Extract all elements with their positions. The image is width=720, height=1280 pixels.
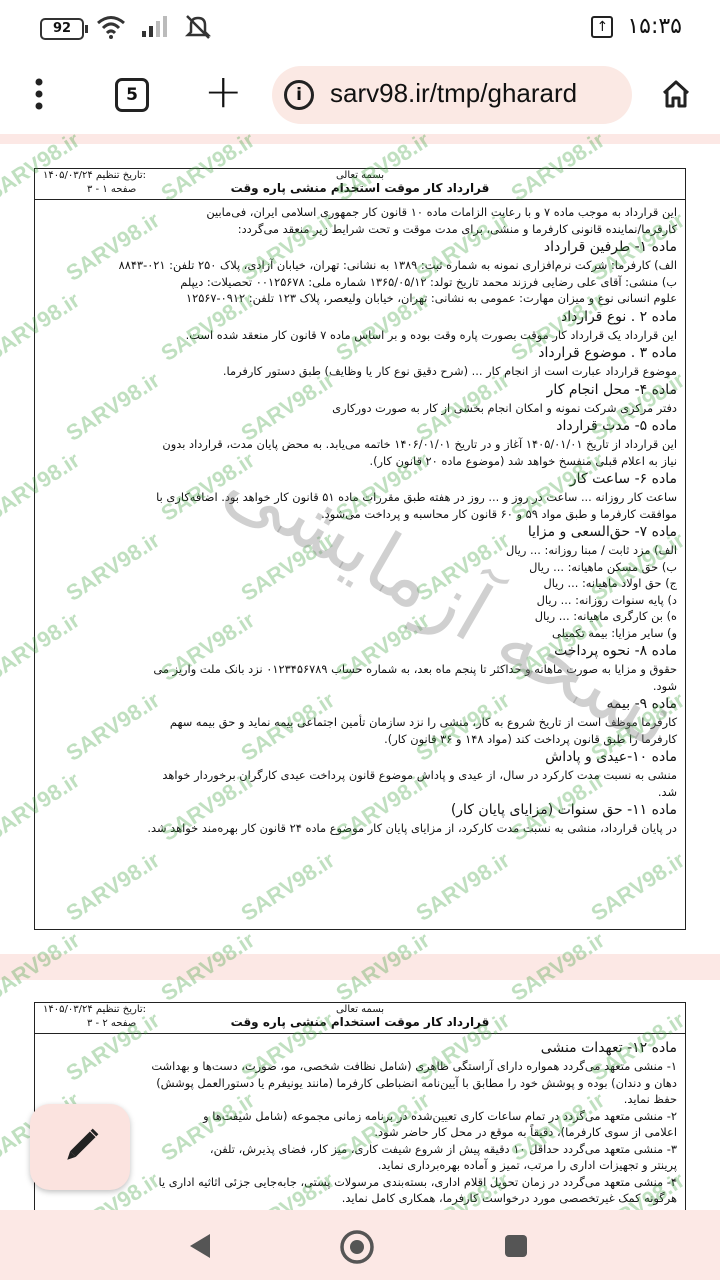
back-icon[interactable] — [186, 1232, 214, 1260]
contract-line: اعلامی از سوی کارفرما)، دقیقاً به موقع د… — [374, 1125, 677, 1139]
contract-line: موافقت کارفرما و طبق مواد ۵۹ و ۶۰ قانون … — [321, 506, 677, 521]
mute-bell-icon — [184, 15, 212, 39]
contract-line: علوم انسانی نوع و میزان مهارت: عمومی به … — [185, 291, 677, 305]
system-nav-bar — [0, 1210, 720, 1280]
more-menu-icon[interactable] — [34, 78, 44, 110]
section-heading: ماده ۱۱- حق سنوات (مزایای پایان کار) — [450, 802, 677, 818]
contract-body: این قرارداد به موجب ماده ۷ و با رعایت ال… — [35, 200, 685, 847]
recents-icon[interactable] — [502, 1232, 530, 1260]
contract-line: این قرارداد یک قرارداد کار موقت بصورت پا… — [185, 327, 677, 342]
section-heading: ماده ۴- محل انجام کار — [546, 381, 677, 398]
contract-title-2: قرارداد کار موقت استخدام منشی پاره وقت — [230, 1015, 490, 1029]
contract-line: ب) حق مسکن ماهیانه: ... ریال — [529, 559, 677, 574]
besmellah: بسمه تعالی — [335, 170, 385, 181]
section-heading: ماده ۹- بیمه — [606, 696, 677, 712]
contract-line: ۲- منشی متعهد می‌گردد در تمام ساعات کاری… — [203, 1108, 677, 1123]
contract-line: ه) بن کارگری ماهیانه: ... ریال — [534, 609, 677, 623]
section-heading: ماده ۱- طرفین قرارداد — [543, 239, 677, 255]
web-content[interactable]: ۱۴۰۵/۰۳/۲۴ تاریخ تنظیم: صفحه ۱ - ۳ بسمه … — [0, 134, 720, 1210]
contract-line: منشی به نسبت مدت کارکرد در سال، از عیدی … — [162, 768, 677, 782]
pencil-icon — [67, 1128, 99, 1160]
contract-line: کارفرما موظف است از تاریخ شروع به کار، م… — [169, 715, 677, 729]
section-heading: ماده ۱۰-عیدی و پاداش — [545, 749, 677, 765]
contract-line: دهان و دندان) بوده و پوشش خود را مطابق ب… — [156, 1075, 677, 1090]
tab-switcher-button[interactable]: 5 — [115, 78, 149, 112]
contract-line: نیاز به اعلام قبلی منفسخ خواهد شد (موضوع… — [369, 453, 677, 468]
document-page-1: ۱۴۰۵/۰۳/۲۴ تاریخ تنظیم: صفحه ۱ - ۳ بسمه … — [0, 144, 720, 954]
address-bar[interactable]: i sarv98.ir/tmp/gharard — [272, 66, 632, 124]
wifi-icon — [97, 16, 125, 39]
section-heading: ماده ۲ . نوع قرارداد — [560, 308, 677, 325]
contract-line: ۱- منشی متعهد می‌گردد همواره دارای آراست… — [151, 1059, 677, 1073]
contract-frame: ۱۴۰۵/۰۳/۲۴ تاریخ تنظیم: صفحه ۱ - ۳ بسمه … — [34, 168, 686, 930]
contract-line: کارفرما/نماینده قانونی کارفرما و منشی، ب… — [237, 221, 677, 236]
contract-line: این قرارداد به موجب ماده ۷ و با رعایت ال… — [206, 205, 677, 219]
upload-icon: ↑ — [591, 15, 614, 38]
section-heading: ماده ۷- حق‌السعی و مزایا — [527, 524, 677, 540]
battery-icon: 92 — [40, 18, 88, 40]
contract-body-2: ماده ۱۲- تعهدات منشی ۱- منشی متعهد می‌گرد… — [35, 1034, 685, 1210]
contract-header-2: ۱۴۰۵/۰۳/۲۴ تاریخ تنظیم: صفحه ۲ - ۳ بسمه … — [35, 1003, 685, 1034]
contract-line: این قرارداد از تاریخ ۱۴۰۵/۰۱/۰۱ آغاز و د… — [162, 437, 677, 451]
signal-icon — [142, 16, 167, 37]
contract-line: و) سایر مزایا: بیمه تکمیلی — [552, 625, 677, 640]
contract-line: ب) منشی: آقای علی رضایی فرزند محمد تاریخ… — [180, 274, 677, 289]
new-tab-button[interactable]: + — [204, 68, 243, 114]
contract-line: ساعت کار روزانه ... ساعت در روز و ... رو… — [156, 490, 677, 504]
contract-line: ج) حق اولاد ماهیانه: ... ریال — [543, 576, 677, 590]
contract-line: ۳- منشی متعهد می‌گردد حداقل ۱۰ دقیقه پیش… — [209, 1141, 677, 1156]
section-heading: ماده ۸- نحوه پرداخت — [554, 643, 677, 659]
contract-header: ۱۴۰۵/۰۳/۲۴ تاریخ تنظیم: صفحه ۱ - ۳ بسمه … — [35, 169, 685, 200]
contract-line: پرینتر و تجهیزات اداری را مرتب، تمیز و آ… — [377, 1158, 677, 1172]
url-text[interactable]: sarv98.ir/tmp/gharard — [330, 78, 577, 109]
home-circle-icon[interactable] — [338, 1228, 376, 1266]
status-bar: 92 ↑ ۱۵:۳۵ — [0, 0, 720, 54]
site-info-icon[interactable]: i — [284, 80, 314, 110]
status-icons — [96, 14, 212, 40]
contract-line: الف) مزد ثابت / مبنا روزانه: ... ریال — [505, 543, 677, 557]
clock: ۱۵:۳۵ — [627, 14, 682, 39]
section-heading: ماده ۶- ساعت کار — [569, 471, 677, 487]
contract-frame-2: ۱۴۰۵/۰۳/۲۴ تاریخ تنظیم: صفحه ۲ - ۳ بسمه … — [34, 1002, 686, 1210]
home-icon[interactable] — [660, 78, 692, 110]
contract-line: شد. — [657, 784, 677, 799]
browser-toolbar: 5 + i sarv98.ir/tmp/gharard — [0, 54, 720, 134]
contract-line: کارفرما را طبق قانون پرداخت کند (مواد ۱۴… — [384, 731, 677, 746]
contract-title: قرارداد کار موقت استخدام منشی پاره وقت — [230, 181, 490, 195]
contract-line: د) پایه سنوات روزانه: ... ریال — [536, 592, 677, 607]
contract-line: شود. — [652, 678, 677, 693]
contract-line: هرگونه کمک غیرتخصصی مورد درخواست کارفرما… — [341, 1191, 677, 1205]
contract-line: حفظ نماید. — [623, 1092, 677, 1106]
contract-line: ۴- منشی متعهد می‌گردد در زمان تحویل اقلا… — [158, 1174, 677, 1189]
section-heading: ماده ۵- مدت قرارداد — [556, 418, 677, 434]
section-heading: ماده ۱۲- تعهدات منشی — [540, 1040, 677, 1056]
contract-line: موضوع قرارداد عبارت است از انجام کار ...… — [222, 364, 677, 378]
contract-line: در پایان قرارداد، منشی به نسبت مدت کارکر… — [147, 821, 677, 835]
section-heading: ماده ۳ . موضوع قرارداد — [538, 345, 677, 361]
contract-line: حقوق و مزایا به صورت ماهانه و حداکثر تا … — [153, 662, 677, 676]
besmellah-2: بسمه تعالی — [335, 1004, 385, 1015]
contract-line: الف) کارفرما: شرکت نرم‌افزاری نمونه به ش… — [118, 258, 677, 272]
contract-line: دفتر مرکزی شرکت نمونه و امکان انجام بخشی… — [332, 400, 677, 415]
edit-fab-button[interactable] — [30, 1104, 130, 1190]
